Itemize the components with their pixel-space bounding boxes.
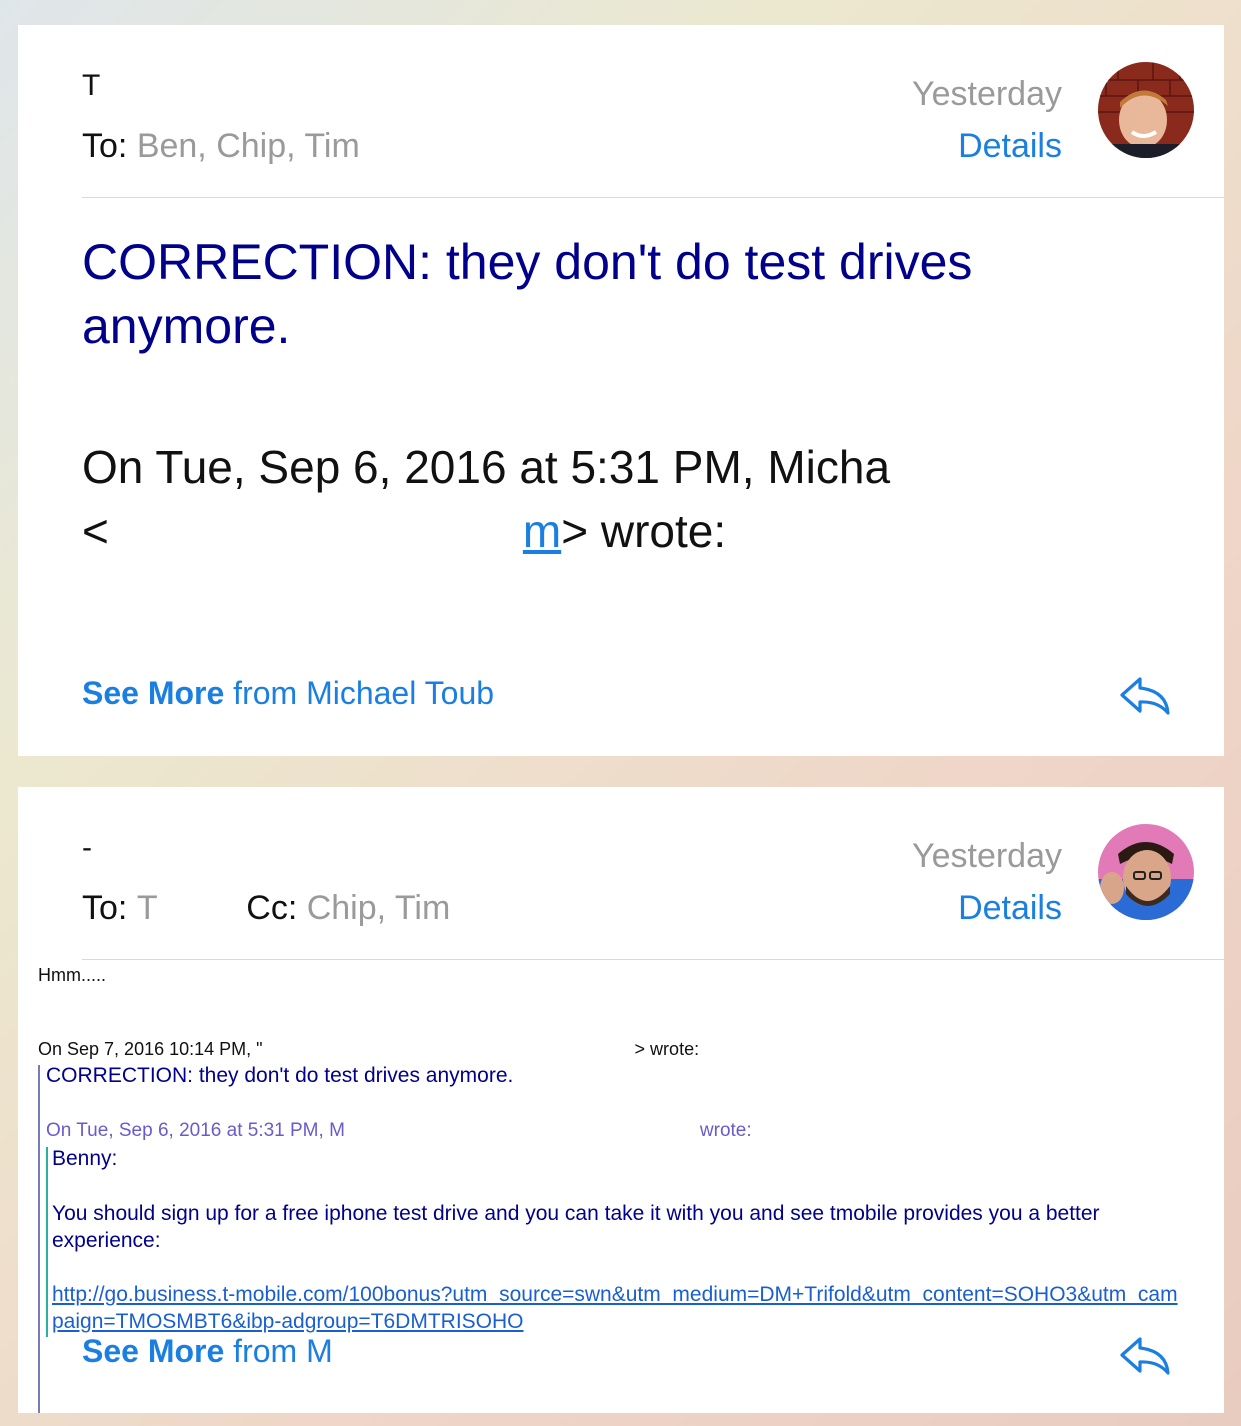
sender-name: - — [82, 831, 92, 864]
quoted-header-text: On Tue, Sep 6, 2016 at 5:31 PM, Micha — [82, 441, 891, 493]
to-label: To: — [82, 127, 128, 165]
quoted-header-2-wrote: wrote: — [699, 1120, 752, 1141]
details-link[interactable]: Details — [958, 889, 1062, 928]
quoted-header-1-wrote: > wrote: — [634, 1039, 700, 1059]
quote-bar-inner — [46, 1147, 48, 1337]
quoted-email-link[interactable]: m — [523, 505, 561, 557]
quoted-paragraph: You should sign up for a free iphone tes… — [52, 1202, 1100, 1252]
see-more-button[interactable]: See More from M — [82, 1333, 333, 1370]
message-card-1: T Yesterday To: Ben, Chip, Tim Details C… — [18, 25, 1224, 756]
reply-text: Hmm..... — [38, 965, 106, 985]
quote-bar-outer — [38, 1065, 40, 1413]
redacted-name-email: x — [344, 1120, 700, 1142]
to-line: To: T Cc: Chip, Tim — [82, 889, 450, 928]
quoted-greeting: Benny: — [52, 1147, 118, 1170]
message-card-2: - Yesterday To: T Cc: Chip, Tim Details … — [18, 787, 1224, 1413]
header-divider — [82, 197, 1224, 198]
reply-arrow-icon[interactable] — [1118, 675, 1172, 717]
see-more-bold: See More — [82, 1333, 225, 1369]
avatar[interactable] — [1098, 62, 1194, 158]
cc-recipients: Chip, Tim — [306, 889, 451, 927]
quoted-correction: CORRECTION: they don't do test drives an… — [46, 1064, 514, 1087]
message-body-subject: CORRECTION: they don't do test drives an… — [82, 234, 973, 354]
see-more-button[interactable]: See More from Michael Toub — [82, 675, 494, 712]
to-line: To: Ben, Chip, Tim — [82, 127, 360, 166]
sender-name: T — [82, 69, 101, 102]
reply-arrow-icon[interactable] — [1118, 1335, 1172, 1377]
message-date: Yesterday — [912, 75, 1062, 113]
quoted-header: On Tue, Sep 6, 2016 at 5:31 PM, Micha <x… — [82, 435, 1082, 563]
to-recipients: Ben, Chip, Tim — [136, 127, 360, 165]
see-more-bold: See More — [82, 675, 225, 711]
header-divider — [82, 959, 1224, 960]
quoted-wrote: > wrote: — [561, 505, 727, 557]
quoted-header-2-text: On Tue, Sep 6, 2016 at 5:31 PM, M — [46, 1120, 345, 1141]
quoted-header-1-text: On Sep 7, 2016 10:14 PM, " — [38, 1039, 263, 1059]
avatar[interactable] — [1098, 824, 1194, 920]
quoted-lt: < — [82, 505, 109, 557]
quoted-header-1: On Sep 7, 2016 10:14 PM, "x > wrote: — [38, 1039, 699, 1060]
details-link[interactable]: Details — [958, 127, 1062, 166]
redacted-name: x — [262, 1039, 403, 1060]
to-recipients: T — [136, 889, 158, 927]
see-more-sender: from Michael Toub — [233, 675, 495, 711]
quoted-header-2: On Tue, Sep 6, 2016 at 5:31 PM, Mxwrote: — [46, 1120, 752, 1142]
see-more-sender: from M — [233, 1333, 333, 1369]
promo-url-link[interactable]: http://go.business.t-mobile.com/100bonus… — [52, 1281, 1182, 1335]
cc-label: Cc: — [246, 889, 298, 927]
redacted-email: xxxxxxxxxxxxxxxxxx — [108, 499, 523, 563]
message-date: Yesterday — [912, 837, 1062, 875]
to-label: To: — [82, 889, 128, 927]
